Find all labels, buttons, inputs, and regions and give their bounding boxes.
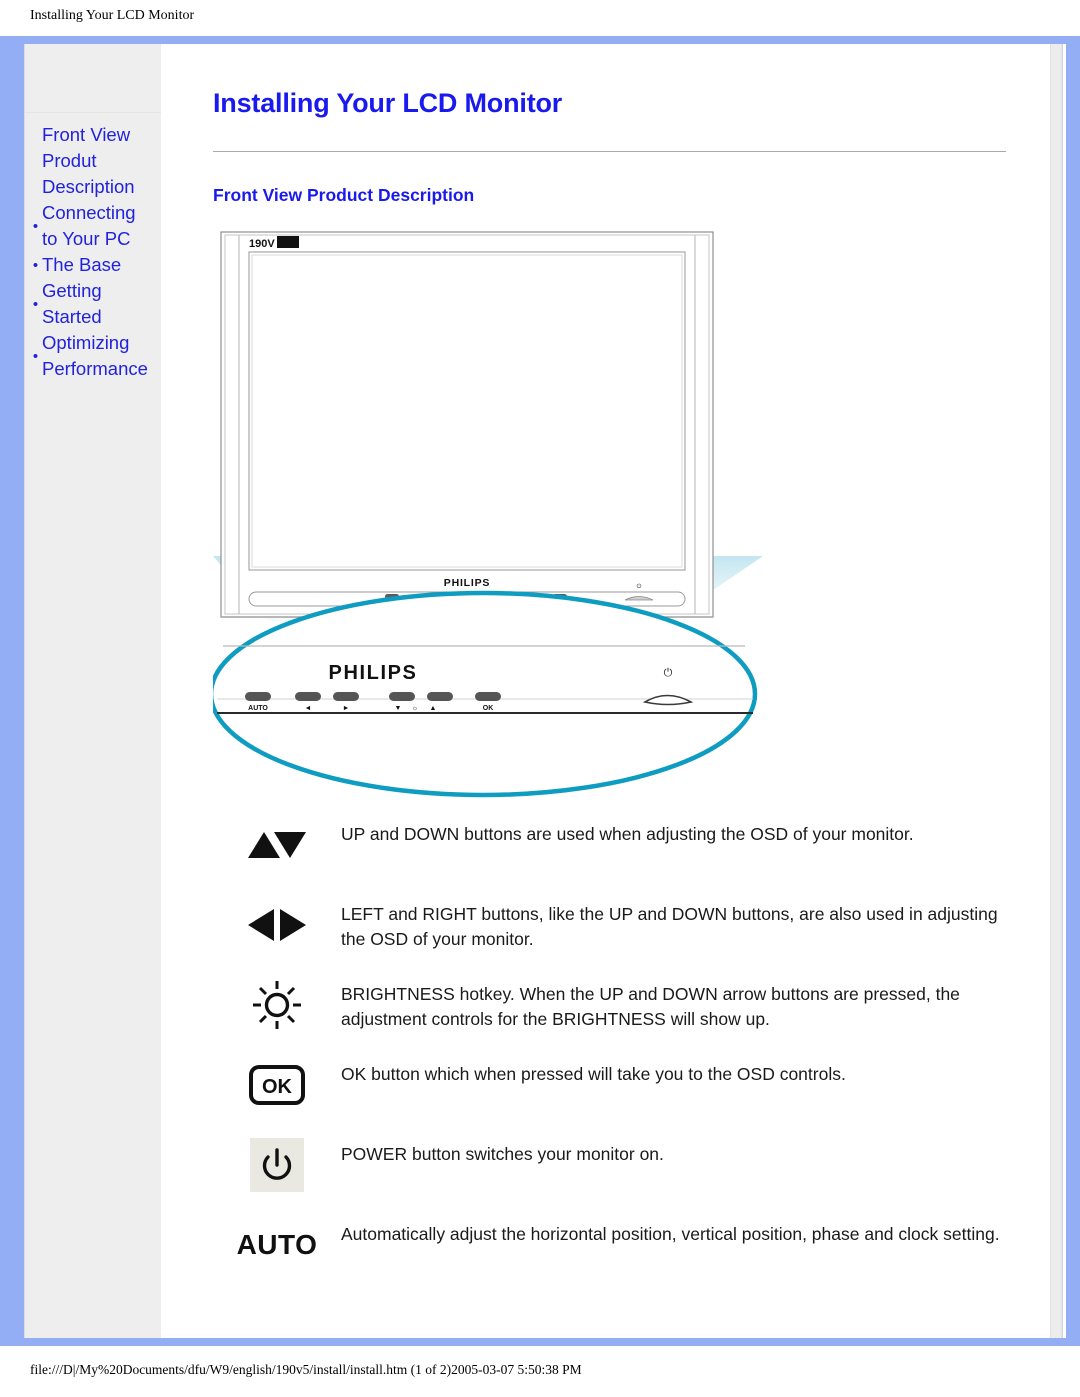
section-title: Front View Product Description	[213, 185, 475, 205]
description-row-left-right: LEFT and RIGHT buttons, like the UP and …	[213, 896, 1006, 954]
callout-magnifier: PHILIPS AUTO ◄ ► ▼ ☼ ▲ OK ⏻	[213, 590, 758, 798]
page-running-header: Installing Your LCD Monitor	[30, 8, 195, 23]
monitor-figure: 190V PHILIPS ⏻ PHILIPS AUTO ◄ ► ▼ ☼ ▲ OK…	[213, 226, 1006, 816]
sidebar-item-label[interactable]: Front View Produt Description	[42, 122, 135, 200]
bullet-icon: •	[32, 217, 39, 235]
sidebar-item-front-view-product-description[interactable]: • Front View Produt Description	[25, 122, 162, 200]
sidebar-nav: • Front View Produt Description • Connec…	[24, 44, 161, 1338]
svg-text:◄: ◄	[305, 705, 312, 712]
bullet-icon: •	[32, 295, 39, 313]
description-text: BRIGHTNESS hotkey. When the UP and DOWN …	[341, 984, 960, 1029]
svg-text:☼: ☼	[412, 705, 418, 712]
sidebar-item-connecting-to-your-pc[interactable]: • Connecting to Your PC	[25, 200, 162, 252]
up-down-arrows-icon	[213, 816, 341, 874]
content-column: Installing Your LCD Monitor Front View P…	[161, 88, 1066, 1274]
sidebar-item-optimizing-performance[interactable]: • Optimizing Performance	[25, 330, 162, 382]
description-row-power: POWER button switches your monitor on.	[213, 1136, 1006, 1194]
sidebar-item-getting-started[interactable]: • Getting Started	[25, 278, 162, 330]
description-text: OK button which when pressed will take y…	[341, 1064, 846, 1084]
sidebar-item-label[interactable]: The Base	[42, 252, 121, 278]
description-text: POWER button switches your monitor on.	[341, 1144, 664, 1164]
monitor-outline: 190V PHILIPS ⏻	[220, 231, 714, 618]
sidebar-item-label[interactable]: Getting Started	[42, 278, 102, 330]
svg-text:AUTO: AUTO	[248, 705, 268, 712]
power-button-icon	[213, 1136, 341, 1194]
monitor-illustration: 190V PHILIPS ⏻ PHILIPS AUTO ◄ ► ▼ ☼ ▲ OK…	[213, 231, 763, 798]
description-text: LEFT and RIGHT buttons, like the UP and …	[341, 904, 998, 949]
sidebar-divider	[25, 112, 161, 113]
model-badge-text: 190V	[249, 238, 275, 250]
main-content: Installing Your LCD Monitor Front View P…	[161, 44, 1066, 1338]
page-frame: • Front View Produt Description • Connec…	[0, 36, 1080, 1346]
sidebar-item-label[interactable]: Optimizing Performance	[42, 330, 148, 382]
sidebar-item-the-base[interactable]: • The Base	[25, 252, 162, 278]
sidebar-list: • Front View Produt Description • Connec…	[25, 122, 162, 382]
power-mark-icon: ⏻	[664, 667, 673, 679]
brightness-sun-icon	[213, 976, 341, 1034]
svg-text:►: ►	[343, 705, 350, 712]
button-description-list: UP and DOWN buttons are used when adjust…	[213, 816, 1006, 1274]
ok-glyph-text: OK	[262, 1076, 293, 1098]
auto-button-icon: AUTO	[213, 1216, 341, 1274]
brand-text-large: PHILIPS	[329, 662, 418, 684]
svg-text:▲: ▲	[430, 705, 437, 712]
description-row-auto: AUTO Automatically adjust the horizontal…	[213, 1216, 1006, 1274]
power-icon-backplate	[250, 1138, 304, 1192]
description-row-brightness: BRIGHTNESS hotkey. When the UP and DOWN …	[213, 976, 1006, 1034]
model-badge: 190V	[249, 236, 299, 250]
description-text: Automatically adjust the horizontal posi…	[341, 1224, 1000, 1244]
svg-text:⏻: ⏻	[637, 583, 642, 590]
description-row-up-down: UP and DOWN buttons are used when adjust…	[213, 816, 1006, 874]
left-right-arrows-icon	[213, 896, 341, 954]
ok-button-icon: OK	[213, 1056, 341, 1114]
sidebar-item-label[interactable]: Connecting to Your PC	[42, 200, 136, 252]
document-page: Installing Your LCD Monitor • Front View…	[0, 0, 1080, 1397]
bullet-icon: •	[32, 347, 39, 365]
description-text: UP and DOWN buttons are used when adjust…	[341, 824, 914, 844]
footer-file-path: file:///D|/My%20Documents/dfu/W9/english…	[30, 1362, 582, 1377]
brand-text-small: PHILIPS	[444, 577, 490, 589]
page-title: Installing Your LCD Monitor	[213, 88, 563, 118]
bullet-icon: •	[32, 256, 39, 274]
svg-text:▼: ▼	[395, 705, 402, 712]
svg-text:OK: OK	[483, 705, 494, 712]
page-body: • Front View Produt Description • Connec…	[24, 44, 1066, 1338]
auto-glyph-text: AUTO	[236, 1229, 318, 1260]
title-divider	[213, 151, 1006, 153]
description-row-ok: OK OK button which when pressed will tak…	[213, 1056, 1006, 1114]
